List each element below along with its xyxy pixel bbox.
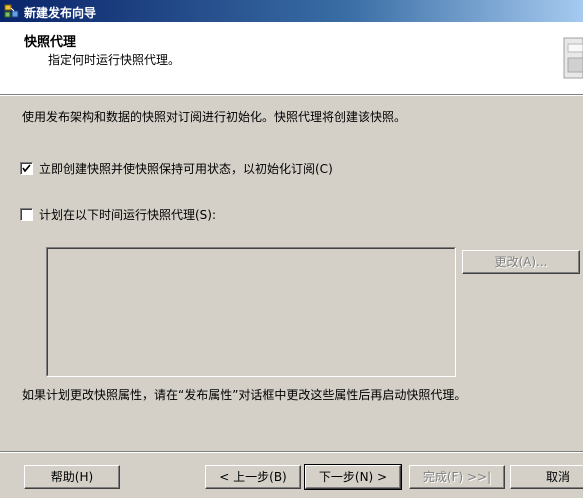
finish-button[interactable]: 完成(F) >>| <box>409 465 505 489</box>
window-title: 新建发布向导 <box>24 6 97 20</box>
footer-divider-highlight <box>0 452 583 453</box>
schedule-snapshot-label[interactable]: 计划在以下时间运行快照代理(S): <box>39 206 216 223</box>
wizard-app-icon <box>4 3 20 19</box>
create-snapshot-now-label[interactable]: 立即创建快照并使快照保持可用状态，以初始化订阅(C) <box>39 160 333 177</box>
title-bar[interactable]: 新建发布向导 <box>0 0 583 22</box>
schedule-description-box <box>46 247 456 377</box>
page-header: 快照代理 指定何时运行快照代理。 <box>0 22 583 95</box>
page-title: 快照代理 <box>24 35 77 50</box>
schedule-snapshot-checkbox[interactable] <box>20 208 33 221</box>
page-description: 使用发布架构和数据的快照对订阅进行初始化。快照代理将创建该快照。 <box>22 110 407 124</box>
header-divider <box>0 95 583 96</box>
page-subtitle: 指定何时运行快照代理。 <box>48 53 181 67</box>
change-schedule-button[interactable]: 更改(A)... <box>462 250 580 274</box>
wizard-window: 新建发布向导 快照代理 指定何时运行快照代理。 使用发布架构和数据的快照对订阅进… <box>0 0 583 498</box>
create-snapshot-now-checkbox[interactable] <box>20 162 33 175</box>
help-button[interactable]: 帮助(H) <box>24 465 120 489</box>
schedule-description-inner <box>47 248 455 376</box>
wizard-banner-icon <box>560 34 583 82</box>
footnote-text: 如果计划更改快照属性，请在“发布属性”对话框中更改这些属性后再启动快照代理。 <box>22 388 467 402</box>
cancel-button[interactable]: 取消 <box>510 465 583 489</box>
next-button[interactable]: 下一步(N) > <box>304 464 402 490</box>
back-button[interactable]: < 上一步(B) <box>205 465 301 489</box>
